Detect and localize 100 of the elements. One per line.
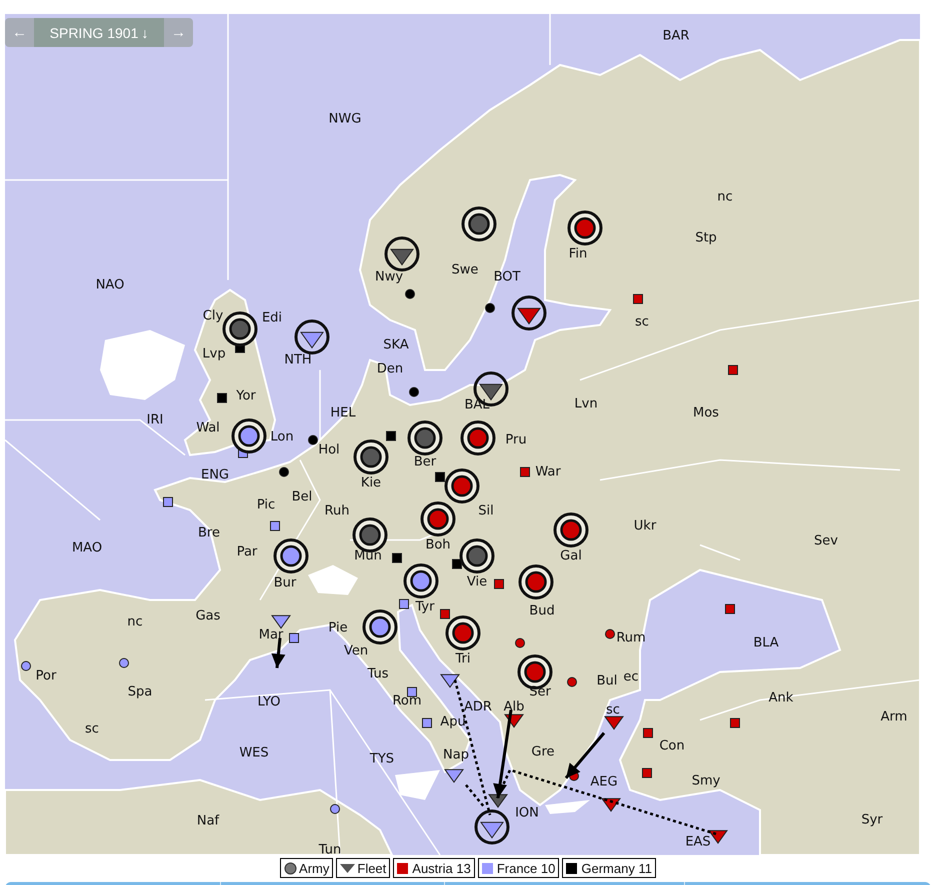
region-label: Mun — [354, 548, 382, 564]
region-label: sc — [635, 314, 649, 330]
region-label: sc — [606, 702, 620, 718]
region-label: Sil — [478, 504, 494, 518]
region-label: Mar — [258, 628, 284, 642]
region-label: Spa — [128, 684, 152, 700]
region-label: Con — [659, 738, 685, 754]
region-label: Por — [36, 668, 56, 684]
fleet-unit[interactable] — [504, 714, 524, 728]
legend-label: France 10 — [496, 860, 556, 876]
region-label: Bel — [292, 490, 312, 504]
region-label: BOT — [494, 270, 520, 284]
region-label: EAS — [685, 834, 711, 850]
region-label: Vie — [466, 574, 488, 590]
region-label: Bre — [198, 526, 220, 540]
fleet-unit[interactable] — [604, 716, 624, 730]
move-arrow — [271, 638, 286, 668]
region-label: Boh — [425, 538, 451, 552]
region-label: Bud — [529, 604, 555, 618]
region-label: Den — [376, 362, 404, 376]
legend-label: Army — [299, 860, 330, 876]
border-line — [700, 544, 740, 561]
region-label: TYS — [370, 752, 394, 766]
region-label: nc — [717, 190, 733, 204]
legend-label: Fleet — [357, 860, 386, 876]
region-label: Tus — [368, 666, 388, 682]
region-label: HEL — [330, 406, 356, 420]
region-label: ION — [515, 806, 539, 820]
region-label: Sev — [814, 534, 838, 548]
region-label: NAO — [96, 278, 124, 292]
region-label: Lvn — [574, 396, 598, 412]
region-label: Tyr — [416, 600, 434, 614]
region-label: Cly — [202, 308, 224, 324]
fleet-unit[interactable] — [708, 830, 728, 844]
legend-label: Germany 11 — [581, 860, 652, 876]
region-label: Gas — [196, 608, 220, 624]
fleet-unit[interactable] — [384, 236, 420, 272]
legend-label: Austria 13 — [412, 860, 471, 876]
region-label: WES — [239, 746, 269, 760]
arrow-icon: ↓ — [141, 24, 148, 40]
region-label: Pie — [328, 620, 348, 636]
region-label: Hol — [318, 442, 340, 458]
region-label: Tun — [318, 842, 342, 855]
previous-phase-button[interactable]: ← — [5, 18, 34, 47]
region-label: Syr — [861, 812, 883, 828]
region-label: Naf — [196, 814, 220, 828]
phase-button[interactable]: SPRING 1901 ↓ — [34, 18, 164, 47]
region-label: Pru — [505, 432, 527, 448]
region-label: ec — [623, 670, 639, 684]
region-label: Ber — [414, 454, 436, 470]
region-label: BLA — [753, 636, 779, 650]
region-label: Mos — [693, 406, 719, 420]
impassable-region — [395, 770, 440, 800]
region-label: Rum — [616, 630, 646, 646]
fleet-unit[interactable] — [474, 810, 510, 844]
region-label: Lvp — [202, 346, 226, 362]
region-label: Rom — [392, 694, 422, 708]
region-label: Nwy — [374, 270, 404, 284]
region-label: NWG — [328, 112, 362, 126]
region-label: Wal — [196, 420, 220, 436]
impassable-region — [545, 800, 590, 814]
region-label: Yor — [236, 388, 256, 404]
region-label: Smy — [692, 774, 720, 788]
region-label: Swe — [452, 262, 478, 278]
region-label: Gre — [531, 744, 555, 760]
border-line — [549, 14, 551, 65]
region-label: sc — [85, 722, 99, 736]
region-label: Tri — [456, 652, 470, 666]
impassable-region — [308, 565, 358, 595]
region-label: Ruh — [324, 504, 350, 518]
region-label: BAR — [662, 28, 690, 44]
fleet-unit[interactable] — [440, 674, 460, 688]
region-label: Edi — [262, 310, 282, 326]
next-phase-button[interactable]: → — [164, 18, 193, 47]
region-label: Apu — [440, 714, 466, 730]
region-label: Gal — [560, 548, 582, 564]
region-label: IRI — [146, 412, 164, 428]
fleet-unit[interactable] — [444, 769, 464, 784]
region-label: SKA — [383, 338, 409, 352]
region-label: LYO — [258, 694, 280, 710]
fleet-unit[interactable] — [488, 794, 508, 808]
region-label: ADR — [464, 700, 492, 714]
region-label: ENG — [201, 468, 229, 482]
region-label: Ank — [768, 690, 794, 706]
region-label: NTH — [284, 352, 312, 368]
fleet-unit[interactable] — [512, 296, 546, 330]
army-icon — [284, 862, 298, 874]
region-label: nc — [127, 614, 143, 630]
region-label: War — [535, 464, 561, 480]
fleet-unit[interactable] — [294, 320, 330, 354]
fleet-unit[interactable] — [601, 798, 621, 812]
region-label: Ven — [344, 644, 368, 658]
region-label: Lon — [270, 430, 294, 444]
region-label: Pic — [256, 498, 276, 512]
region-label: Stp — [695, 230, 717, 246]
region-label: MAO — [72, 540, 102, 556]
border-line — [319, 370, 321, 440]
fleet-unit[interactable] — [271, 615, 291, 630]
fleet-icon — [340, 864, 356, 872]
region-label: Alb — [504, 700, 524, 714]
